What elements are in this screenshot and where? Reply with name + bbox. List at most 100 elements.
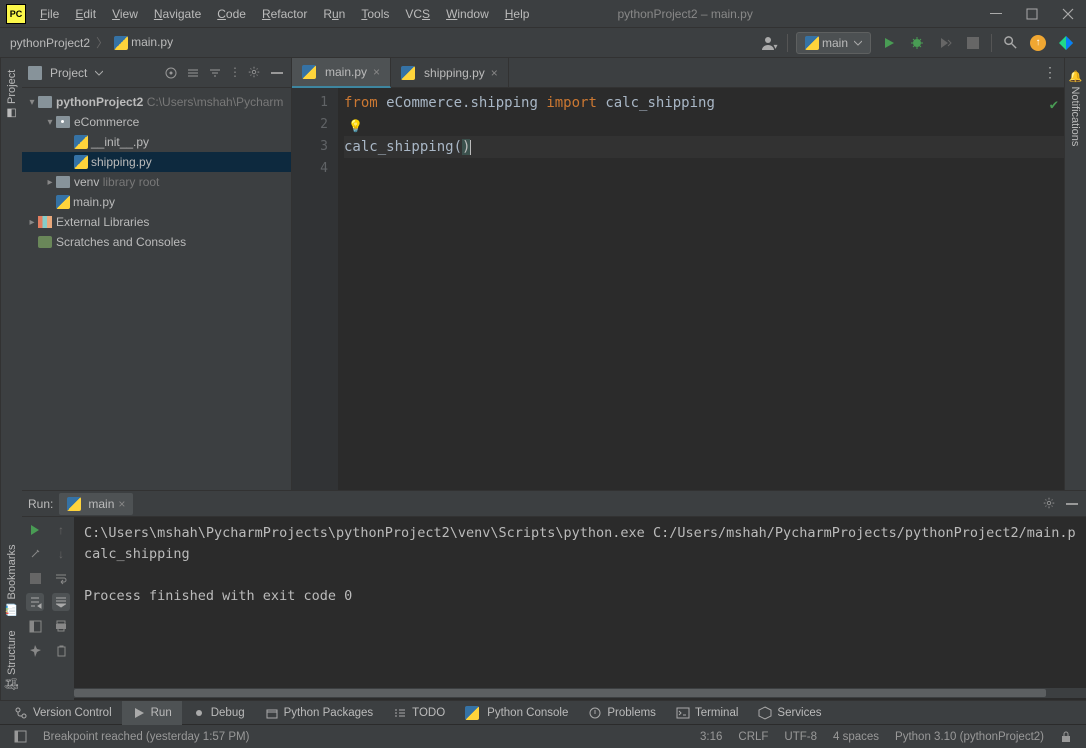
collapse-all-icon[interactable]	[207, 65, 223, 81]
run-config-selector[interactable]: main	[796, 32, 871, 54]
project-panel-title: Project	[50, 66, 87, 80]
user-icon[interactable]: ▾	[758, 32, 780, 54]
close-icon[interactable]: ×	[491, 66, 498, 80]
soft-wrap-button[interactable]	[52, 569, 70, 587]
breadcrumb-root[interactable]: pythonProject2	[6, 36, 94, 50]
code-editor[interactable]: from eCommerce.shipping import calc_ship…	[338, 88, 1064, 490]
run-tool-button[interactable]: Run	[122, 701, 182, 725]
menu-refactor[interactable]: Refactor	[254, 0, 315, 28]
status-lock-icon[interactable]	[1052, 731, 1080, 743]
scroll-to-end-toggle[interactable]	[52, 593, 70, 611]
run-label: Run:	[28, 497, 53, 511]
app-icon: PC	[6, 4, 26, 24]
interpreter[interactable]: Python 3.10 (pythonProject2)	[887, 731, 1052, 743]
stop-button[interactable]	[962, 32, 984, 54]
menu-vcs[interactable]: VCS	[397, 0, 438, 28]
tree-file-main[interactable]: main.py	[22, 192, 291, 212]
close-button[interactable]	[1050, 0, 1086, 28]
menu-file[interactable]: File	[32, 0, 67, 28]
services-tool-button[interactable]: Services	[748, 701, 831, 725]
left-tool-gutter: ◨ Project	[0, 58, 22, 490]
hide-panel-icon[interactable]	[269, 65, 285, 81]
python-console-button[interactable]: Python Console	[455, 701, 578, 725]
menu-edit[interactable]: Edit	[67, 0, 104, 28]
editor-tab-label: shipping.py	[424, 66, 485, 80]
run-tool-window: Run: main× ↑ ↓ C:\Users\mshah\PycharmPro…	[22, 490, 1086, 700]
vcs-tool-button[interactable]: Version Control	[4, 701, 122, 725]
run-tab-main[interactable]: main×	[59, 493, 133, 515]
pin-tab-button[interactable]	[26, 641, 44, 659]
debug-tool-button[interactable]: Debug	[182, 701, 255, 725]
status-tool-windows-icon[interactable]	[6, 730, 35, 743]
todo-tool-button[interactable]: TODO	[383, 701, 455, 725]
expand-all-icon[interactable]	[185, 65, 201, 81]
status-bar: Breakpoint reached (yesterday 1:57 PM) 3…	[0, 724, 1086, 748]
print-button[interactable]	[52, 617, 70, 635]
tree-ext-libs[interactable]: ▸External Libraries	[22, 212, 291, 232]
editor-tabs-more[interactable]: ⋮	[1040, 64, 1060, 81]
close-icon[interactable]: ×	[373, 65, 380, 79]
modify-run-config-button[interactable]	[26, 545, 44, 563]
stop-run-button[interactable]	[26, 569, 44, 587]
intention-bulb-icon[interactable]: 💡	[348, 115, 363, 137]
chevron-down-icon[interactable]	[95, 69, 103, 77]
settings-icon[interactable]	[247, 65, 263, 81]
menu-code[interactable]: Code	[209, 0, 254, 28]
scroll-to-end-button[interactable]	[26, 593, 44, 611]
tree-file-shipping[interactable]: shipping.py	[22, 152, 291, 172]
menu-tools[interactable]: Tools	[353, 0, 397, 28]
indent-config[interactable]: 4 spaces	[825, 731, 887, 743]
tree-pkg-ecommerce[interactable]: ▾eCommerce	[22, 112, 291, 132]
up-stack-button[interactable]: ↑	[52, 521, 70, 539]
minimize-button[interactable]	[978, 0, 1014, 28]
file-encoding[interactable]: UTF-8	[776, 731, 825, 743]
editor-tab-shipping[interactable]: shipping.py ×	[391, 58, 509, 88]
structure-tool-tab[interactable]: 🏗 Structure	[5, 630, 18, 692]
rerun-button[interactable]	[26, 521, 44, 539]
tree-file-init[interactable]: __init__.py	[22, 132, 291, 152]
hide-run-panel-icon[interactable]	[1064, 496, 1080, 512]
ide-toolbox-icon[interactable]	[1055, 32, 1077, 54]
console-output[interactable]: C:\Users\mshah\PycharmProjects\pythonPro…	[74, 517, 1086, 700]
clear-all-button[interactable]	[52, 641, 70, 659]
project-tool-tab[interactable]: ◨ Project	[3, 66, 20, 124]
run-coverage-button[interactable]	[934, 32, 956, 54]
cursor-position[interactable]: 3:16	[692, 731, 730, 743]
horizontal-scrollbar[interactable]	[74, 688, 1086, 698]
python-packages-button[interactable]: Python Packages	[255, 701, 384, 725]
debug-button[interactable]	[906, 32, 928, 54]
run-settings-icon[interactable]	[1042, 496, 1058, 512]
notifications-tool-tab[interactable]: 🔔 Notifications	[1067, 66, 1084, 150]
select-open-file-icon[interactable]	[163, 65, 179, 81]
editor-area: main.py× shipping.py × ⋮ 1 2 3 4 from eCo…	[292, 58, 1064, 490]
run-button[interactable]	[878, 32, 900, 54]
panel-more-icon[interactable]: ⋮	[229, 65, 241, 81]
project-tree[interactable]: ▾pythonProject2 C:\Users\mshah\Pycharm ▾…	[22, 88, 291, 490]
bookmarks-tool-tab[interactable]: 📑 Bookmarks	[5, 545, 18, 617]
breadcrumb-file[interactable]: main.py	[110, 35, 177, 50]
menu-navigate[interactable]: Navigate	[146, 0, 209, 28]
menu-run[interactable]: Run	[315, 0, 353, 28]
chevron-down-icon	[854, 39, 862, 47]
inspection-ok-icon[interactable]: ✔	[1050, 94, 1058, 116]
search-everywhere-button[interactable]	[999, 32, 1021, 54]
editor-tabs: main.py× shipping.py × ⋮	[292, 58, 1064, 88]
tree-venv[interactable]: ▸venv library root	[22, 172, 291, 192]
maximize-button[interactable]	[1014, 0, 1050, 28]
updates-icon[interactable]: ↑	[1027, 32, 1049, 54]
down-stack-button[interactable]: ↓	[52, 545, 70, 563]
breadcrumb-file-label: main.py	[131, 35, 173, 49]
close-icon[interactable]: ×	[118, 497, 125, 511]
menu-view[interactable]: View	[104, 0, 146, 28]
menu-help[interactable]: Help	[497, 0, 538, 28]
layout-button[interactable]	[26, 617, 44, 635]
line-separator[interactable]: CRLF	[730, 731, 776, 743]
run-output-toolbar: ↑ ↓	[48, 517, 74, 700]
problems-tool-button[interactable]: Problems	[578, 701, 666, 725]
tree-root[interactable]: ▾pythonProject2 C:\Users\mshah\Pycharm	[22, 92, 291, 112]
editor-tab-main[interactable]: main.py×	[292, 58, 391, 88]
menu-window[interactable]: Window	[438, 0, 497, 28]
tree-scratches[interactable]: Scratches and Consoles	[22, 232, 291, 252]
terminal-tool-button[interactable]: Terminal	[666, 701, 748, 725]
line-gutter[interactable]: 1 2 3 4	[292, 88, 338, 490]
